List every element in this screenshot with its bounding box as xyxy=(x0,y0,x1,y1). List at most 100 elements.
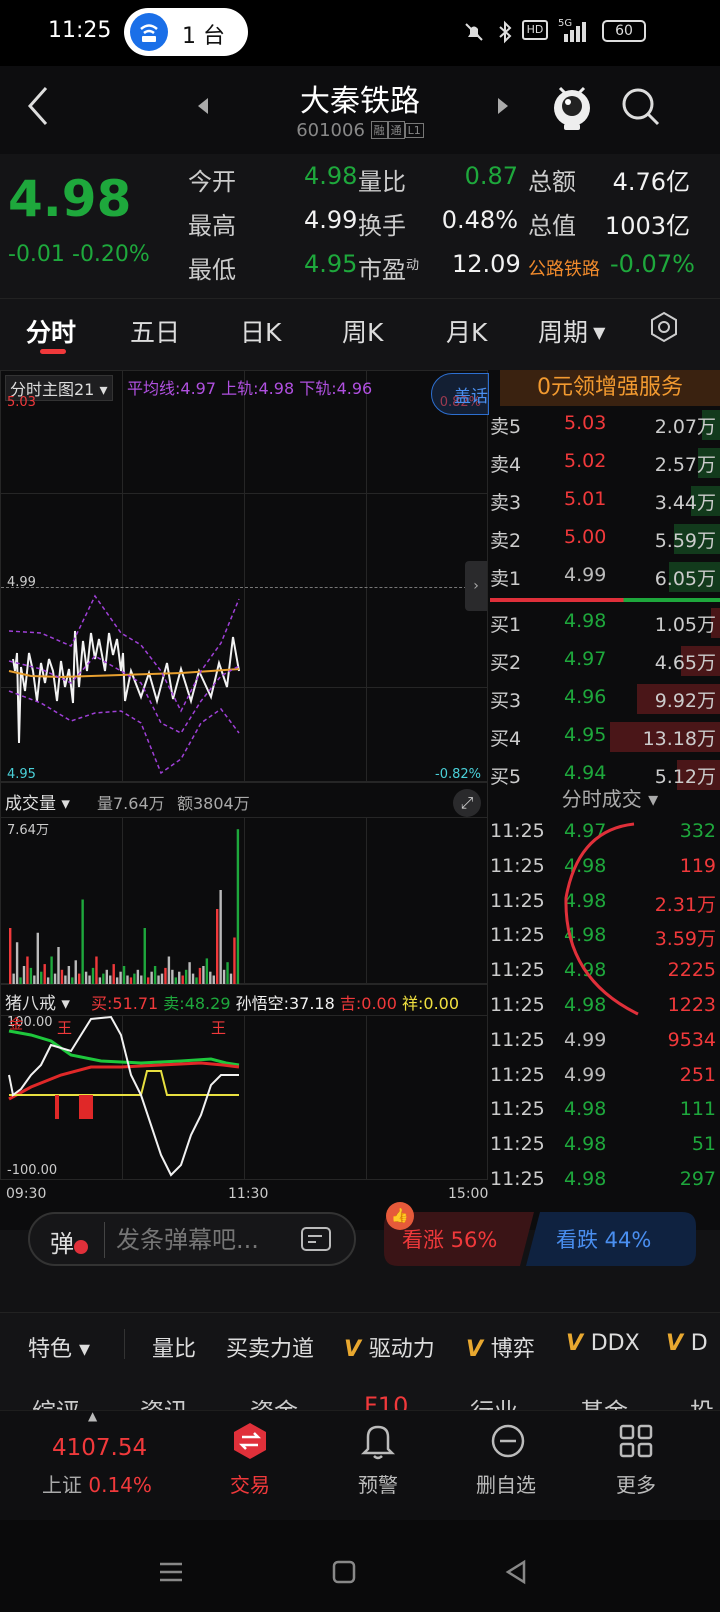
tab-daily[interactable]: 日K xyxy=(240,313,281,349)
time-close: 15:00 xyxy=(448,1186,489,1202)
indicator-xiang: 祥:0.00 xyxy=(402,994,460,1013)
order-book-ask-row[interactable]: 卖3 5.01 3.44万 xyxy=(490,482,720,520)
nav-alert[interactable]: 预警 xyxy=(358,1469,398,1498)
trade-time: 11:25 xyxy=(490,924,545,947)
order-level-label: 卖4 xyxy=(490,454,522,476)
industry-link[interactable]: 公路铁路 xyxy=(528,255,600,281)
volume-bar xyxy=(205,958,209,985)
trade-time: 11:25 xyxy=(490,1063,545,1086)
order-book-bid-row[interactable]: 买1 4.98 1.05万 xyxy=(490,604,720,642)
order-book-ask-row[interactable]: 卖4 5.02 2.57万 xyxy=(490,444,720,482)
feature-dropdown[interactable]: 特色 ▾ xyxy=(28,1331,90,1363)
volume-selector[interactable]: 成交量 ▾ xyxy=(5,789,70,814)
volume-chart[interactable]: 成交量 ▾ 量7.64万 额3804万 ⤢ 7.64万 xyxy=(0,782,488,985)
tab-monthly[interactable]: 月K xyxy=(446,313,487,349)
order-book-bid-row[interactable]: 买4 4.95 13.18万 xyxy=(490,718,720,756)
next-stock-icon[interactable] xyxy=(496,96,510,120)
volume-bar xyxy=(219,890,222,985)
order-level-label: 卖1 xyxy=(490,568,522,590)
indicator-selector-label: 猪八戒 xyxy=(5,994,56,1014)
volume-bar xyxy=(171,969,174,985)
mascot-icon[interactable] xyxy=(550,80,594,136)
volume-bar xyxy=(9,928,12,985)
tab-five-day[interactable]: 五日 xyxy=(130,313,180,349)
subtab-funds[interactable]: 资金 xyxy=(250,1392,298,1410)
badge-button[interactable]: 盖话 xyxy=(431,373,489,415)
danmaku-input[interactable] xyxy=(116,1222,276,1258)
danmaku-toggle[interactable]: 弹 xyxy=(50,1224,88,1259)
tag-margin: 融 xyxy=(370,121,388,139)
feature-ddx[interactable]: V DDX xyxy=(566,1331,640,1356)
order-book-bid-row[interactable]: 买2 4.97 4.65万 xyxy=(490,642,720,680)
volume-bar xyxy=(202,966,205,985)
vote-up-button[interactable]: 看涨 56% xyxy=(402,1224,497,1254)
indicator-chart[interactable]: 猪八戒 ▾ 买:51.71 卖:48.29 孙悟空:37.18 吉:0.00 祥… xyxy=(0,984,488,1180)
nav-trade[interactable]: 交易 xyxy=(230,1469,270,1498)
order-book-bid-row[interactable]: 买3 4.96 9.92万 xyxy=(490,680,720,718)
feature-more[interactable]: V D xyxy=(666,1331,720,1356)
danmaku-list-icon[interactable] xyxy=(300,1226,332,1258)
order-volume: 4.65万 xyxy=(654,652,716,674)
feature-volume-ratio[interactable]: 量比 xyxy=(152,1331,196,1363)
mute-icon xyxy=(462,20,486,48)
order-price: 4.99 xyxy=(564,564,607,586)
subtab-industry[interactable]: 行业 xyxy=(470,1392,518,1410)
subtab-more[interactable]: 投 xyxy=(690,1392,714,1410)
feature-buy-sell-force[interactable]: 买卖力道 xyxy=(226,1331,314,1363)
settings-icon[interactable] xyxy=(648,311,680,347)
grid-more-icon[interactable] xyxy=(618,1423,654,1463)
feature-game[interactable]: V 博弈 xyxy=(466,1331,535,1363)
remove-favorite-icon[interactable] xyxy=(490,1421,526,1465)
order-price: 5.01 xyxy=(564,488,607,510)
feature-drive[interactable]: V 驱动力 xyxy=(344,1331,435,1363)
tab-intraday[interactable]: 分时 xyxy=(26,313,76,349)
tab-weekly[interactable]: 周K xyxy=(342,313,383,349)
tab-period-dropdown[interactable]: 周期 ▼ xyxy=(538,313,605,349)
nav-more[interactable]: 更多 xyxy=(616,1469,656,1498)
trade-volume: 3.59万 xyxy=(654,928,716,951)
order-book-ask-row[interactable]: 卖5 5.03 2.07万 xyxy=(490,406,720,444)
subtab-summary[interactable]: 综评 xyxy=(32,1392,80,1410)
promo-banner[interactable]: 0元领增强服务 xyxy=(500,370,720,406)
trade-volume: 297 xyxy=(679,1168,716,1190)
device-pill[interactable]: 1 台 xyxy=(124,8,248,56)
index-value[interactable]: 4107.54 xyxy=(52,1435,147,1461)
stock-name: 大秦铁路 xyxy=(300,84,420,119)
volume-bar xyxy=(150,971,153,985)
volume-bar xyxy=(36,932,39,985)
main-chart[interactable]: 分时主图21 ▾ 平均线:4.97 上轨:4.98 下轨:4.96 5.03 0… xyxy=(0,370,489,782)
order-price: 5.03 xyxy=(564,412,607,434)
order-book-ask-row[interactable]: 卖1 4.99 6.05万 xyxy=(490,558,720,596)
vote-down-button[interactable]: 看跌 44% xyxy=(556,1224,651,1254)
order-book-ask-row[interactable]: 卖2 5.00 5.59万 xyxy=(490,520,720,558)
subtab-fund[interactable]: 基金 xyxy=(580,1392,628,1410)
turnover-rate-value: 0.48% xyxy=(441,206,518,234)
recents-icon[interactable] xyxy=(158,1560,184,1588)
trades-title[interactable]: 分时成交 ▾ xyxy=(500,783,720,821)
bell-icon[interactable] xyxy=(360,1421,396,1465)
index-line[interactable]: 上证 0.14% xyxy=(42,1469,152,1498)
high-value: 4.99 xyxy=(304,206,358,234)
indicator-swk: 孙悟空:37.18 xyxy=(235,994,335,1013)
home-icon[interactable] xyxy=(332,1560,356,1588)
indicator-selector[interactable]: 猪八戒 ▾ xyxy=(5,989,70,1014)
high-label: 最高 xyxy=(188,212,236,240)
danmaku-input-bar[interactable]: 弹 xyxy=(28,1212,356,1266)
fullscreen-icon[interactable]: ⤢ xyxy=(453,789,481,817)
subtab-f10[interactable]: F10 xyxy=(364,1392,408,1410)
expand-panel-handle[interactable]: › xyxy=(465,561,487,611)
order-price: 5.02 xyxy=(564,450,607,472)
order-volume: 6.05万 xyxy=(654,568,716,590)
trade-icon[interactable] xyxy=(230,1421,270,1461)
indicator-ji: 吉:0.00 xyxy=(339,994,397,1013)
trades-title-label: 分时成交 xyxy=(561,787,642,811)
trade-time: 11:25 xyxy=(490,820,545,842)
search-icon[interactable] xyxy=(620,86,662,132)
price-bottom-label: 4.95 xyxy=(7,767,36,782)
volume-bar xyxy=(74,960,77,985)
nav-remove-favorite[interactable]: 删自选 xyxy=(476,1469,536,1498)
subtab-news[interactable]: 资讯 xyxy=(140,1392,188,1410)
back-nav-icon[interactable] xyxy=(504,1558,528,1590)
volume-bar xyxy=(22,966,26,985)
trade-price: 4.98 xyxy=(564,1168,607,1190)
